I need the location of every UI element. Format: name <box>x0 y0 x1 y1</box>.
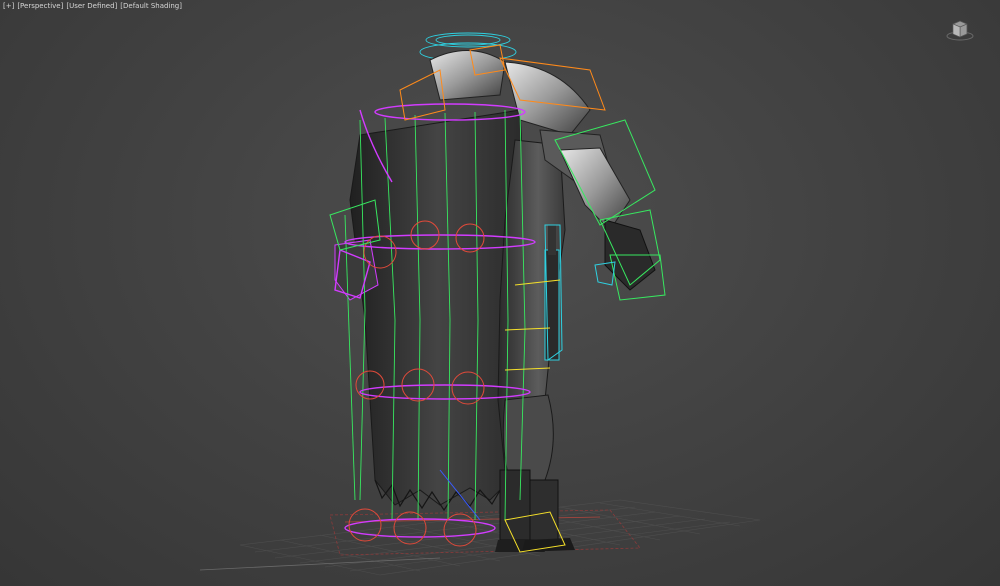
view-cube-icon[interactable] <box>946 16 974 44</box>
viewport-label-menu[interactable]: [+] [Perspective] [User Defined] [Defaul… <box>3 2 182 11</box>
character-cape <box>349 109 526 512</box>
perspective-viewport[interactable]: [+] [Perspective] [User Defined] [Defaul… <box>0 0 1000 586</box>
viewport-view-label[interactable]: [Perspective] <box>17 2 63 11</box>
viewport-menu-button[interactable]: [+] <box>3 2 14 11</box>
character-body <box>495 139 575 552</box>
viewport-shading-label[interactable]: [Default Shading] <box>120 2 182 11</box>
viewport-camera-label[interactable]: [User Defined] <box>66 2 117 11</box>
scene-canvas[interactable] <box>0 0 1000 586</box>
